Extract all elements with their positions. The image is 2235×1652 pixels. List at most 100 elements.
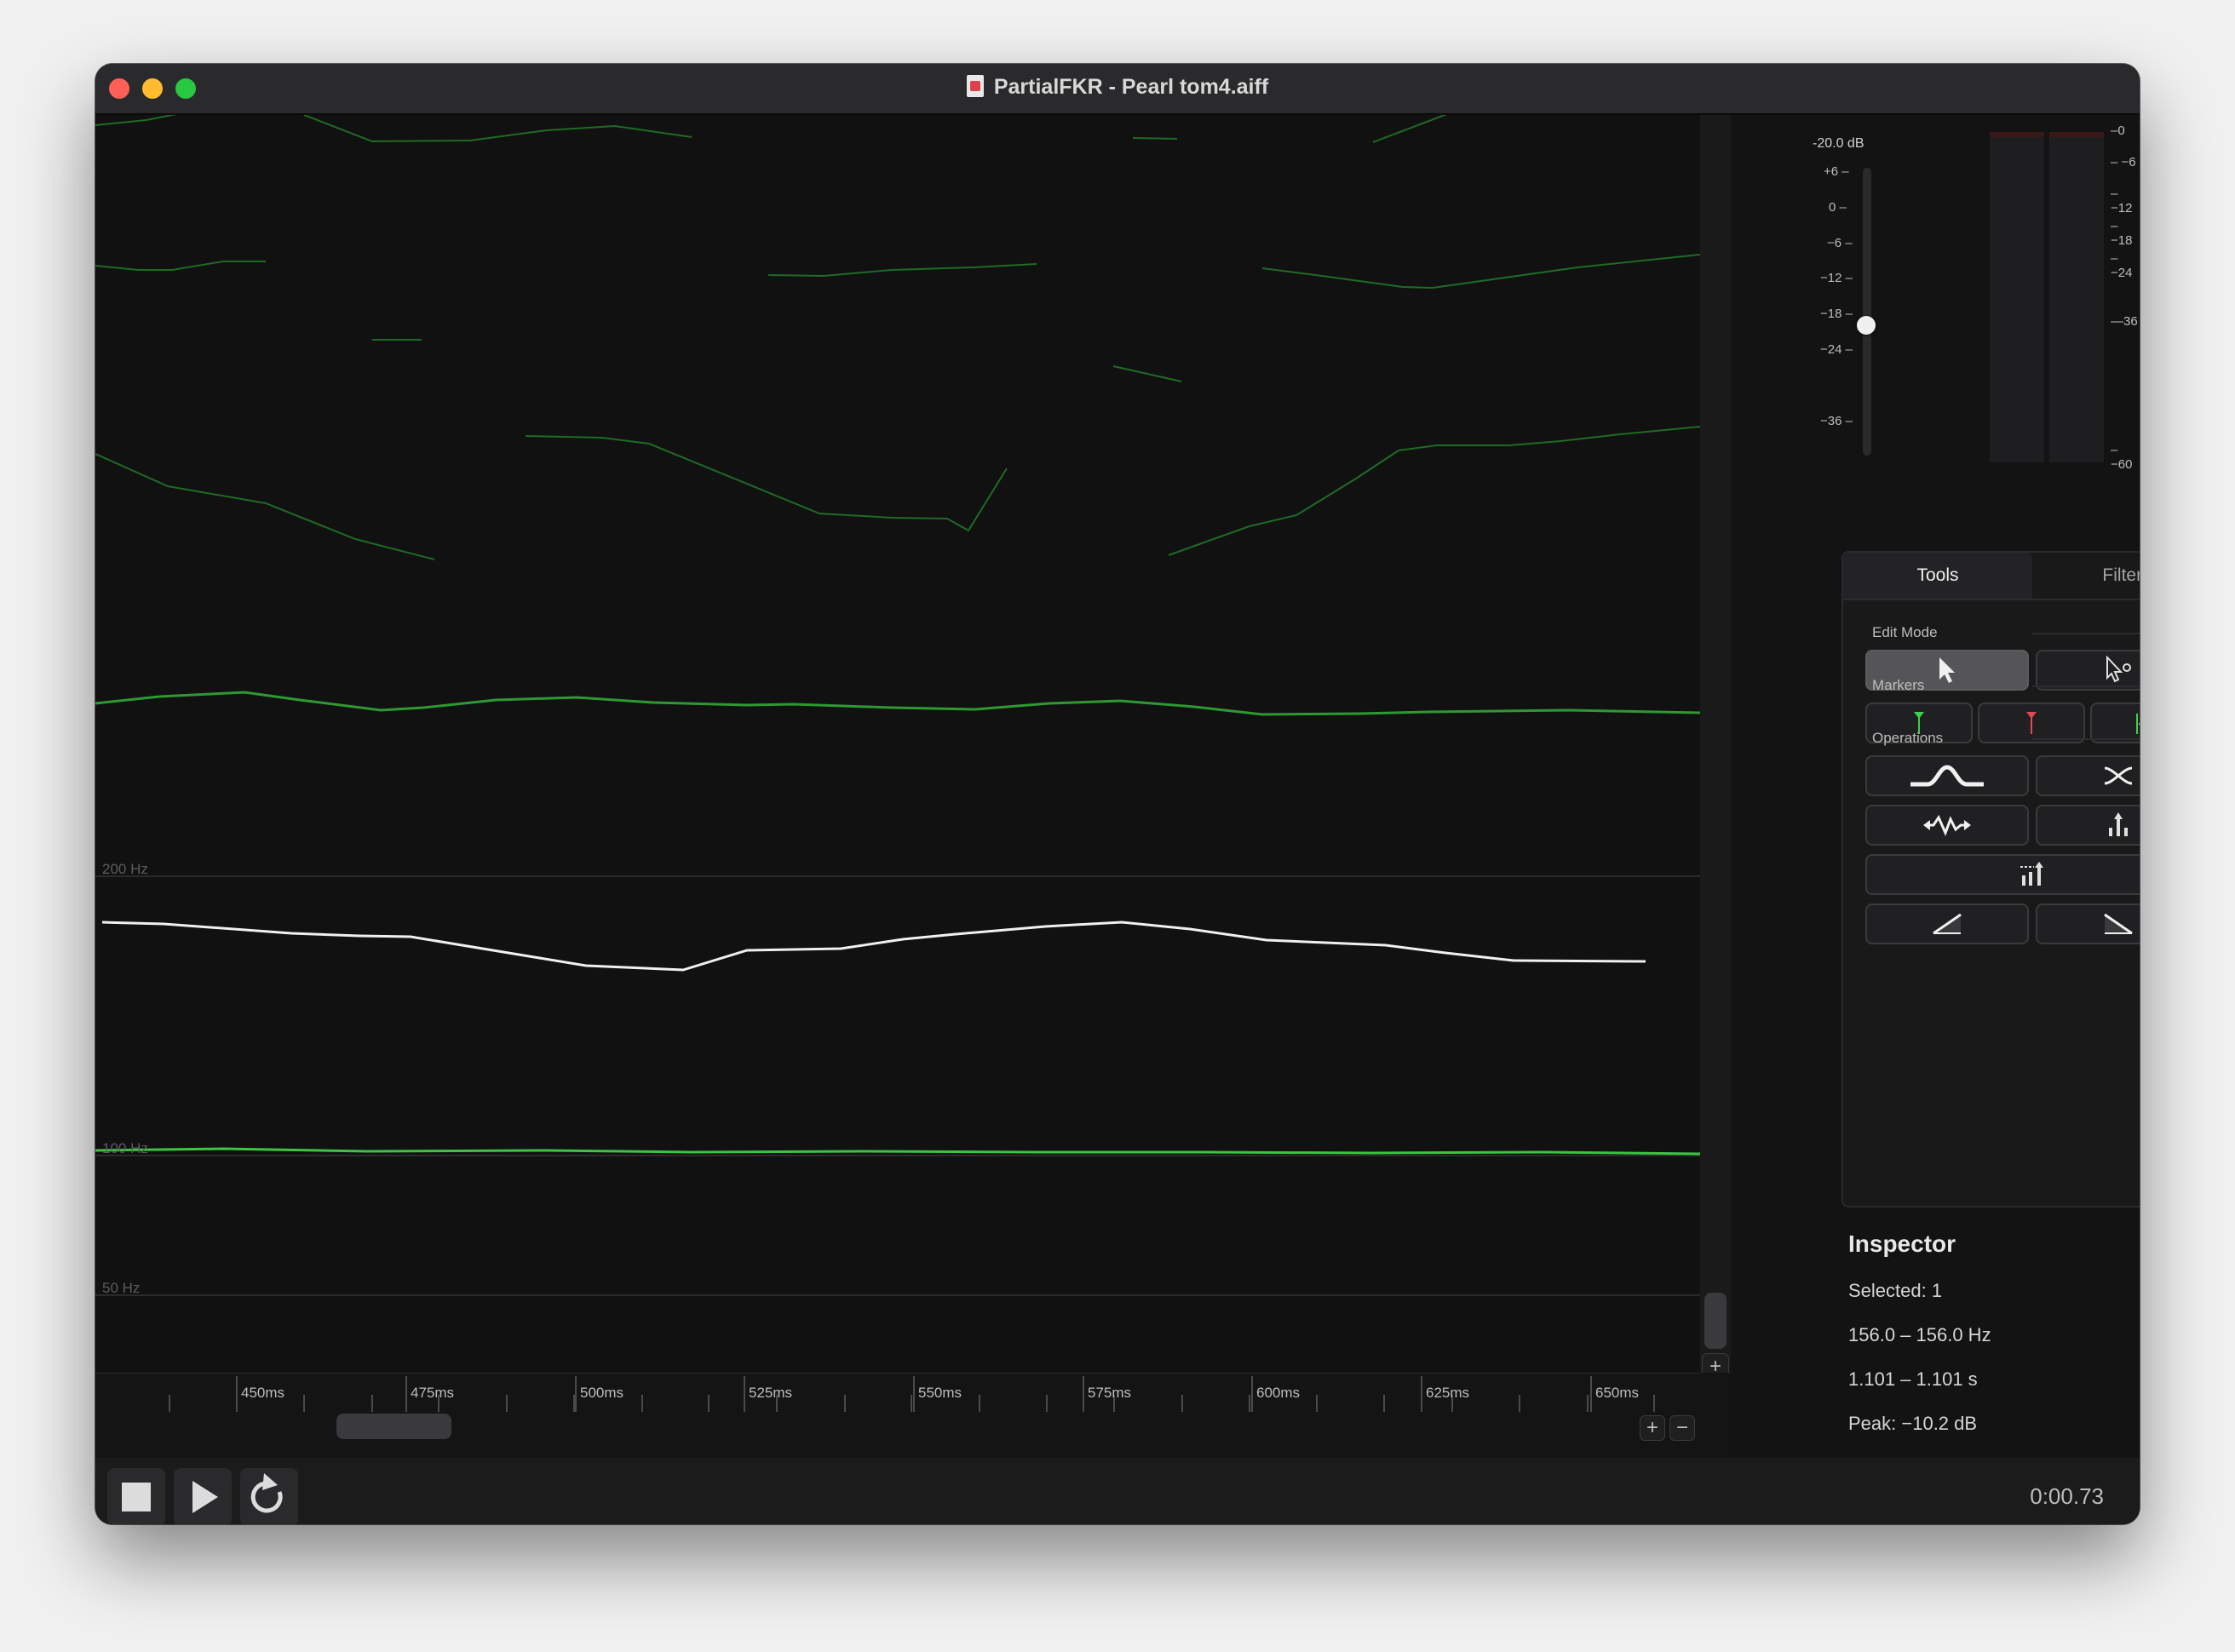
gain-slider-knob[interactable]	[1857, 316, 1876, 335]
freq-label-50hz: 50 Hz	[102, 1280, 141, 1296]
inspector-freq-range: 156.0 – 156.0 Hz	[1848, 1324, 1991, 1345]
tab-filters[interactable]: Filters	[2032, 553, 2140, 599]
fade-in-icon	[1933, 913, 1962, 935]
meter-scale-label: – −6	[2111, 155, 2136, 169]
draw-tool-button[interactable]	[2036, 650, 2140, 691]
cursor-node-icon	[2106, 656, 2131, 683]
gain-scale-label: −36 –	[1820, 414, 1853, 428]
horizontal-zoom-in-button[interactable]: +	[1640, 1415, 1665, 1441]
section-divider	[2032, 685, 2140, 687]
tick-label: 525ms	[749, 1385, 793, 1401]
partial-track[interactable]	[1112, 365, 1182, 382]
meter-scale-label: – −60	[2111, 443, 2133, 472]
play-button[interactable]	[174, 1468, 232, 1524]
inspector-panel: Inspector Selected: 1 156.0 – 156.0 Hz 1…	[1848, 1230, 2140, 1435]
meter-scale-label: —36	[2111, 314, 2138, 329]
gain-scale-label: −12 –	[1820, 271, 1853, 285]
tab-tools[interactable]: Tools	[1843, 553, 2032, 599]
selected-partial-track[interactable]	[101, 921, 1646, 972]
inspector-selected: Selected: 1	[1848, 1280, 1943, 1301]
end-marker-button[interactable]	[1978, 703, 2085, 743]
gain-slider-track[interactable]	[1863, 168, 1871, 456]
partial-track[interactable]	[95, 1147, 1700, 1156]
arrow-cursor-icon	[1939, 657, 1955, 683]
peak-operation-button[interactable]	[2036, 805, 2140, 846]
partial-track[interactable]	[1132, 137, 1178, 140]
window-title-text: PartialFKR - Pearl tom4.aiff	[993, 75, 1269, 99]
partial-track[interactable]	[95, 453, 435, 560]
playback-time: 0:00.73	[2030, 1483, 2104, 1509]
play-icon	[192, 1481, 218, 1513]
normalize-operation-button[interactable]	[1865, 854, 2140, 895]
markers-label: Markers	[1872, 677, 1925, 693]
loop-icon	[250, 1473, 283, 1513]
tab-divider	[1843, 599, 2140, 600]
bars-up-icon	[2109, 812, 2128, 836]
stop-icon	[122, 1483, 151, 1511]
inspector-title: Inspector	[1848, 1230, 1956, 1257]
app-window: PartialFKR - Pearl tom4.aiff 200 Hz 100 …	[95, 64, 2140, 1524]
partial-track[interactable]	[767, 263, 1037, 278]
operations-label: Operations	[1872, 730, 1944, 746]
gain-scale-label: +6 –	[1824, 164, 1849, 179]
partials-canvas[interactable]	[95, 115, 1700, 1373]
red-marker-icon	[2026, 712, 2037, 734]
partial-track[interactable]	[1168, 426, 1700, 556]
section-divider	[2032, 738, 2140, 740]
gain-scale-label: −6 –	[1827, 236, 1853, 250]
title-bar: PartialFKR - Pearl tom4.aiff	[95, 64, 2140, 115]
tools-panel: Tools Filters Edit Mode Markers	[1841, 551, 2140, 1207]
horizontal-scroll-thumb[interactable]	[336, 1414, 451, 1439]
jitter-operation-button[interactable]	[1865, 805, 2029, 846]
gain-db-readout: -20.0 dB	[1813, 136, 1864, 151]
tick-label: 575ms	[1088, 1385, 1132, 1401]
freq-label-100hz: 100 Hz	[102, 1140, 148, 1156]
meter-scale-label: – −18	[2111, 219, 2133, 248]
partial-track[interactable]	[95, 261, 266, 271]
tick-label: 475ms	[411, 1385, 455, 1401]
inspector-time-range: 1.101 – 1.101 s	[1848, 1368, 1978, 1390]
transport-bar: 0:00.73	[95, 1458, 2140, 1524]
partials-plot[interactable]: 200 Hz 100 Hz 50 Hz	[95, 115, 1700, 1373]
inspector-peak: Peak: −10.2 dB	[1848, 1413, 1978, 1434]
tick-label: 625ms	[1426, 1385, 1470, 1401]
level-meter-right	[2049, 132, 2104, 462]
tick-label: 650ms	[1595, 1385, 1640, 1401]
range-marker-button[interactable]	[2090, 703, 2140, 743]
loop-button[interactable]	[240, 1468, 298, 1524]
stop-button[interactable]	[107, 1468, 165, 1524]
meter-panel: -20.0 dB +6 – 0 – −6 – −12 – −18 – −24 –…	[1731, 115, 2140, 541]
gain-scale-label: −24 –	[1820, 342, 1853, 357]
fade-out-button[interactable]	[2036, 903, 2140, 944]
freq-label-200hz: 200 Hz	[102, 861, 148, 877]
fade-in-button[interactable]	[1865, 903, 2029, 944]
tick-label: 600ms	[1256, 1385, 1301, 1401]
meter-scale-label: –0	[2111, 123, 2125, 138]
audio-file-icon	[966, 75, 984, 97]
partial-track[interactable]	[1261, 254, 1700, 290]
partial-track[interactable]	[525, 435, 1008, 532]
window-title: PartialFKR - Pearl tom4.aiff	[95, 75, 2140, 100]
horizontal-zoom-out-button[interactable]: −	[1669, 1415, 1695, 1441]
partial-track[interactable]	[1372, 115, 1458, 143]
range-marker-icon	[2136, 714, 2140, 734]
vertical-scrollbar[interactable]	[1700, 115, 1731, 1373]
vertical-scroll-thumb[interactable]	[1704, 1293, 1727, 1349]
gain-scale-label: 0 –	[1829, 200, 1847, 215]
partial-track[interactable]	[95, 691, 1700, 716]
meter-scale-label: – −12	[2111, 186, 2133, 215]
crossfade-icon	[2104, 766, 2133, 785]
partial-track[interactable]	[95, 115, 189, 126]
level-meter-left	[1990, 132, 2044, 462]
tick-label: 450ms	[241, 1385, 285, 1401]
bell-curve-icon	[1910, 765, 1984, 787]
crossfade-operation-button[interactable]	[2036, 755, 2140, 796]
smooth-operation-button[interactable]	[1865, 755, 2029, 796]
gain-scale-label: −18 –	[1820, 307, 1853, 321]
edit-mode-label: Edit Mode	[1872, 624, 1938, 640]
partial-track[interactable]	[303, 115, 692, 143]
tick-label: 550ms	[918, 1385, 962, 1401]
section-divider	[2032, 633, 2140, 634]
wave-arrows-icon	[1923, 814, 1971, 836]
normalize-icon	[2020, 862, 2043, 886]
